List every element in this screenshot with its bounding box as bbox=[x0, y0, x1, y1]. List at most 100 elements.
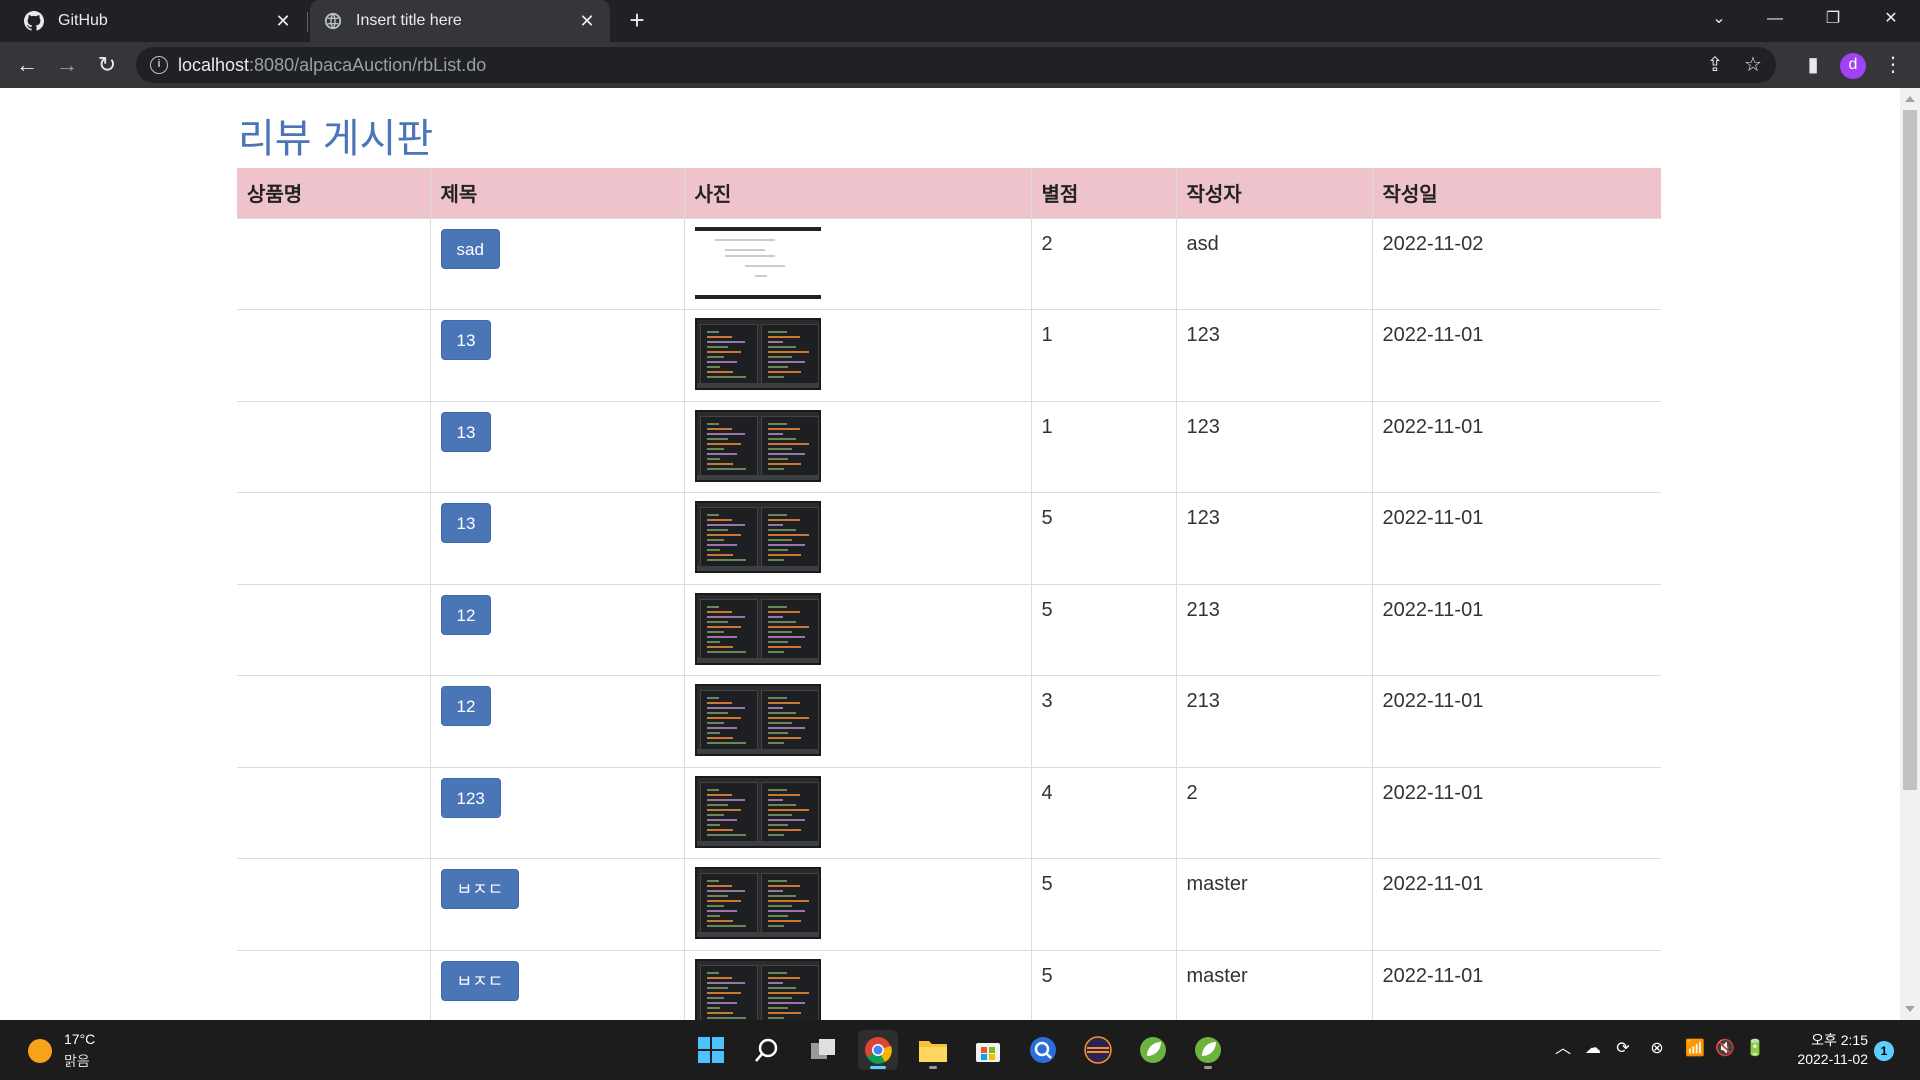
date-cell: 2022-11-02 bbox=[1371, 217, 1661, 310]
close-tab-icon[interactable]: ✕ bbox=[272, 10, 294, 32]
table-row: 13 1 123 2022-11-01 bbox=[237, 400, 1661, 493]
review-title-button[interactable]: sad bbox=[440, 228, 500, 269]
search-icon[interactable] bbox=[747, 1030, 787, 1070]
forward-arrow-icon[interactable]: → bbox=[52, 50, 82, 80]
browser-tab-strip: GitHub ✕ Insert title here ✕ + ⌄ — ❐ ✕ bbox=[0, 0, 1920, 42]
page-scrollbar[interactable] bbox=[1900, 88, 1920, 1020]
clock-time[interactable]: 오후 2:15 bbox=[1800, 1030, 1868, 1050]
file-explorer-icon[interactable] bbox=[913, 1030, 953, 1070]
onedrive-cloud-icon[interactable]: ☁ bbox=[1582, 1038, 1604, 1060]
review-title-button[interactable]: 12 bbox=[440, 594, 492, 635]
back-arrow-icon[interactable]: ← bbox=[12, 50, 42, 80]
review-photo-thumbnail[interactable] bbox=[694, 318, 821, 390]
photo-cell bbox=[683, 949, 1031, 1020]
store-icon[interactable] bbox=[968, 1030, 1008, 1070]
weather-description[interactable]: 맑음 bbox=[64, 1051, 90, 1071]
bookmark-star-icon[interactable]: ☆ bbox=[1740, 52, 1766, 78]
chrome-icon[interactable] bbox=[858, 1030, 898, 1070]
product-name-cell bbox=[237, 583, 430, 676]
restore-icon[interactable]: ❐ bbox=[1808, 0, 1858, 38]
rating-cell: 3 bbox=[1030, 675, 1176, 767]
page-title: 리뷰 게시판 bbox=[238, 117, 434, 161]
rating-cell: 1 bbox=[1030, 400, 1176, 493]
windows-start-icon[interactable] bbox=[691, 1030, 731, 1070]
table-row: ㅂㅈㄷ 5 master 2022-11-01 bbox=[237, 858, 1661, 950]
review-photo-thumbnail[interactable] bbox=[694, 409, 821, 482]
review-photo-thumbnail[interactable] bbox=[694, 775, 821, 848]
weather-temperature[interactable]: 17°C bbox=[64, 1031, 95, 1047]
new-tab-button[interactable]: + bbox=[624, 7, 650, 34]
table-row: 123 4 2 2022-11-01 bbox=[237, 766, 1661, 859]
review-photo-thumbnail[interactable] bbox=[694, 501, 821, 573]
tab-active-title: Insert title here bbox=[356, 12, 462, 29]
review-title-button[interactable]: ㅂㅈㄷ bbox=[440, 960, 520, 1001]
battery-icon[interactable]: 🔋 bbox=[1744, 1038, 1766, 1060]
review-title-button[interactable]: 13 bbox=[440, 411, 492, 452]
running-indicator bbox=[929, 1066, 937, 1069]
sync-icon[interactable]: ⟳ bbox=[1612, 1038, 1634, 1060]
profile-avatar[interactable]: d bbox=[1840, 53, 1866, 79]
site-info-icon[interactable]: i bbox=[150, 56, 168, 74]
close-tab-icon[interactable]: ✕ bbox=[576, 10, 598, 32]
column-header-title: 제목 bbox=[429, 168, 684, 218]
product-name-cell bbox=[237, 492, 430, 584]
wifi-icon[interactable]: 📶 bbox=[1684, 1038, 1706, 1060]
weather-sun-icon[interactable] bbox=[28, 1039, 52, 1063]
task-view-icon[interactable] bbox=[803, 1030, 843, 1070]
photo-cell bbox=[683, 492, 1031, 584]
speaker-muted-icon[interactable]: 🔇 bbox=[1714, 1038, 1736, 1060]
app-tray-close-icon[interactable]: ⊗ bbox=[1646, 1038, 1668, 1060]
kebab-menu-icon[interactable]: ⋮ bbox=[1880, 52, 1906, 78]
app-icon[interactable] bbox=[1023, 1030, 1063, 1070]
author-cell: 2 bbox=[1175, 766, 1372, 859]
rating-cell: 5 bbox=[1030, 858, 1176, 950]
review-photo-thumbnail[interactable] bbox=[694, 684, 821, 756]
review-title-button[interactable]: 123 bbox=[440, 777, 501, 818]
tab-search-chevron-icon[interactable]: ⌄ bbox=[1694, 0, 1744, 38]
product-name-cell bbox=[237, 675, 430, 767]
notification-badge[interactable]: 1 bbox=[1874, 1041, 1894, 1061]
address-bar[interactable]: i localhost:8080/alpacaAuction/rbList.do… bbox=[136, 47, 1776, 83]
title-cell: 13 bbox=[429, 400, 684, 493]
close-window-icon[interactable]: ✕ bbox=[1866, 0, 1916, 38]
photo-cell bbox=[683, 217, 1031, 310]
side-panel-icon[interactable]: ▮ bbox=[1800, 52, 1826, 78]
review-photo-thumbnail[interactable] bbox=[694, 226, 821, 299]
scrollbar-thumb[interactable] bbox=[1903, 110, 1917, 790]
scroll-up-icon[interactable] bbox=[1905, 96, 1915, 102]
review-photo-thumbnail[interactable] bbox=[694, 958, 821, 1020]
github-icon bbox=[24, 11, 44, 31]
spring-tools-icon[interactable] bbox=[1188, 1030, 1228, 1070]
review-photo-thumbnail[interactable] bbox=[694, 867, 821, 939]
tab-github-title: GitHub bbox=[58, 12, 108, 29]
clock-date[interactable]: 2022-11-02 bbox=[1786, 1051, 1868, 1067]
eclipse-icon[interactable] bbox=[1078, 1030, 1118, 1070]
review-title-button[interactable]: 13 bbox=[440, 503, 492, 543]
product-name-cell bbox=[237, 217, 430, 310]
author-cell: 213 bbox=[1175, 675, 1372, 767]
tab-github[interactable]: GitHub ✕ bbox=[0, 0, 306, 42]
review-title-button[interactable]: 13 bbox=[440, 320, 492, 360]
author-cell: 213 bbox=[1175, 583, 1372, 676]
review-photo-thumbnail[interactable] bbox=[694, 592, 821, 665]
table-row: 12 5 213 2022-11-01 bbox=[237, 583, 1661, 676]
spring-tools-icon[interactable] bbox=[1133, 1030, 1173, 1070]
author-cell: master bbox=[1175, 949, 1372, 1020]
author-cell: master bbox=[1175, 858, 1372, 950]
review-title-button[interactable]: 12 bbox=[440, 686, 492, 726]
photo-cell bbox=[683, 675, 1031, 767]
reload-icon[interactable]: ↻ bbox=[92, 50, 122, 80]
scroll-down-icon[interactable] bbox=[1905, 1006, 1915, 1012]
title-cell: 12 bbox=[429, 675, 684, 767]
rating-cell: 5 bbox=[1030, 583, 1176, 676]
review-title-button[interactable]: ㅂㅈㄷ bbox=[440, 869, 520, 909]
minimize-icon[interactable]: — bbox=[1750, 0, 1800, 38]
tab-insert-title[interactable]: Insert title here ✕ bbox=[310, 0, 610, 42]
windows-taskbar: 17°C 맑음 ︿ ☁ ⟳ ⊗ 📶 🔇 🔋 오후 2:15 2022-11-02… bbox=[0, 1020, 1920, 1080]
share-icon[interactable]: ⇪ bbox=[1702, 52, 1728, 78]
date-cell: 2022-11-01 bbox=[1371, 400, 1661, 493]
rating-cell: 5 bbox=[1030, 949, 1176, 1020]
show-hidden-icons-chevron-icon[interactable]: ︿ bbox=[1552, 1038, 1574, 1060]
table-row: 12 3 213 2022-11-01 bbox=[237, 675, 1661, 767]
table-row: 13 5 123 2022-11-01 bbox=[237, 492, 1661, 584]
